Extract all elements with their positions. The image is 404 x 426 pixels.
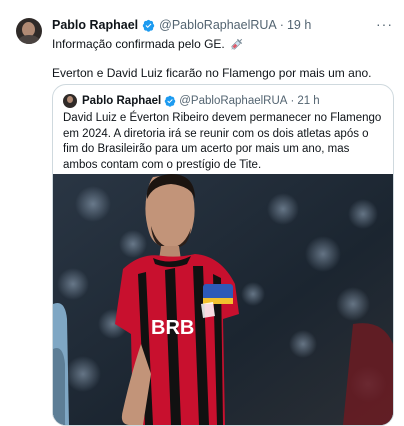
tweet-text-part1: Informação confirmada pelo GE. <box>52 37 225 51</box>
tweet-text-line1: Informação confirmada pelo GE. <box>52 37 244 51</box>
verified-badge-icon <box>165 95 176 107</box>
quoted-tweet-photo[interactable]: BRB <box>53 174 393 425</box>
verified-badge-icon <box>142 19 155 32</box>
quoted-header-separator: · <box>290 95 295 107</box>
jersey-sponsor-text: BRB <box>151 317 194 339</box>
quoted-author-name: Pablo Raphael <box>82 95 162 107</box>
author-handle[interactable]: @PabloRaphaelRUA <box>159 18 277 32</box>
quoted-author-handle: @PabloRaphaelRUA <box>179 95 288 107</box>
player-photo-illustration: BRB <box>53 174 393 425</box>
author-name[interactable]: Pablo Raphael <box>52 18 138 32</box>
tweet-text-line2: Everton e David Luiz ficarão no Flamengo… <box>52 66 372 80</box>
tweet[interactable]: Pablo Raphael @PabloRaphaelRUA · 19 h ··… <box>0 0 404 426</box>
quoted-tweet-header: Pablo Raphael @PabloRaphaelRUA · 21 h <box>63 94 320 108</box>
quoted-tweet[interactable]: Pablo Raphael @PabloRaphaelRUA · 21 h Da… <box>52 84 394 426</box>
syringe-emoji-icon <box>231 38 242 50</box>
quoted-tweet-timestamp: 21 h <box>297 95 320 107</box>
tweet-timestamp[interactable]: 19 h <box>287 18 311 32</box>
more-horizontal-icon[interactable]: ··· <box>376 16 393 32</box>
tweet-header: Pablo Raphael @PabloRaphaelRUA · 19 h <box>52 18 311 32</box>
quoted-tweet-text: David Luiz e Éverton Ribeiro devem perma… <box>63 112 382 171</box>
header-separator: · <box>279 18 284 32</box>
author-avatar[interactable] <box>16 18 42 44</box>
quoted-author-avatar <box>63 94 77 108</box>
